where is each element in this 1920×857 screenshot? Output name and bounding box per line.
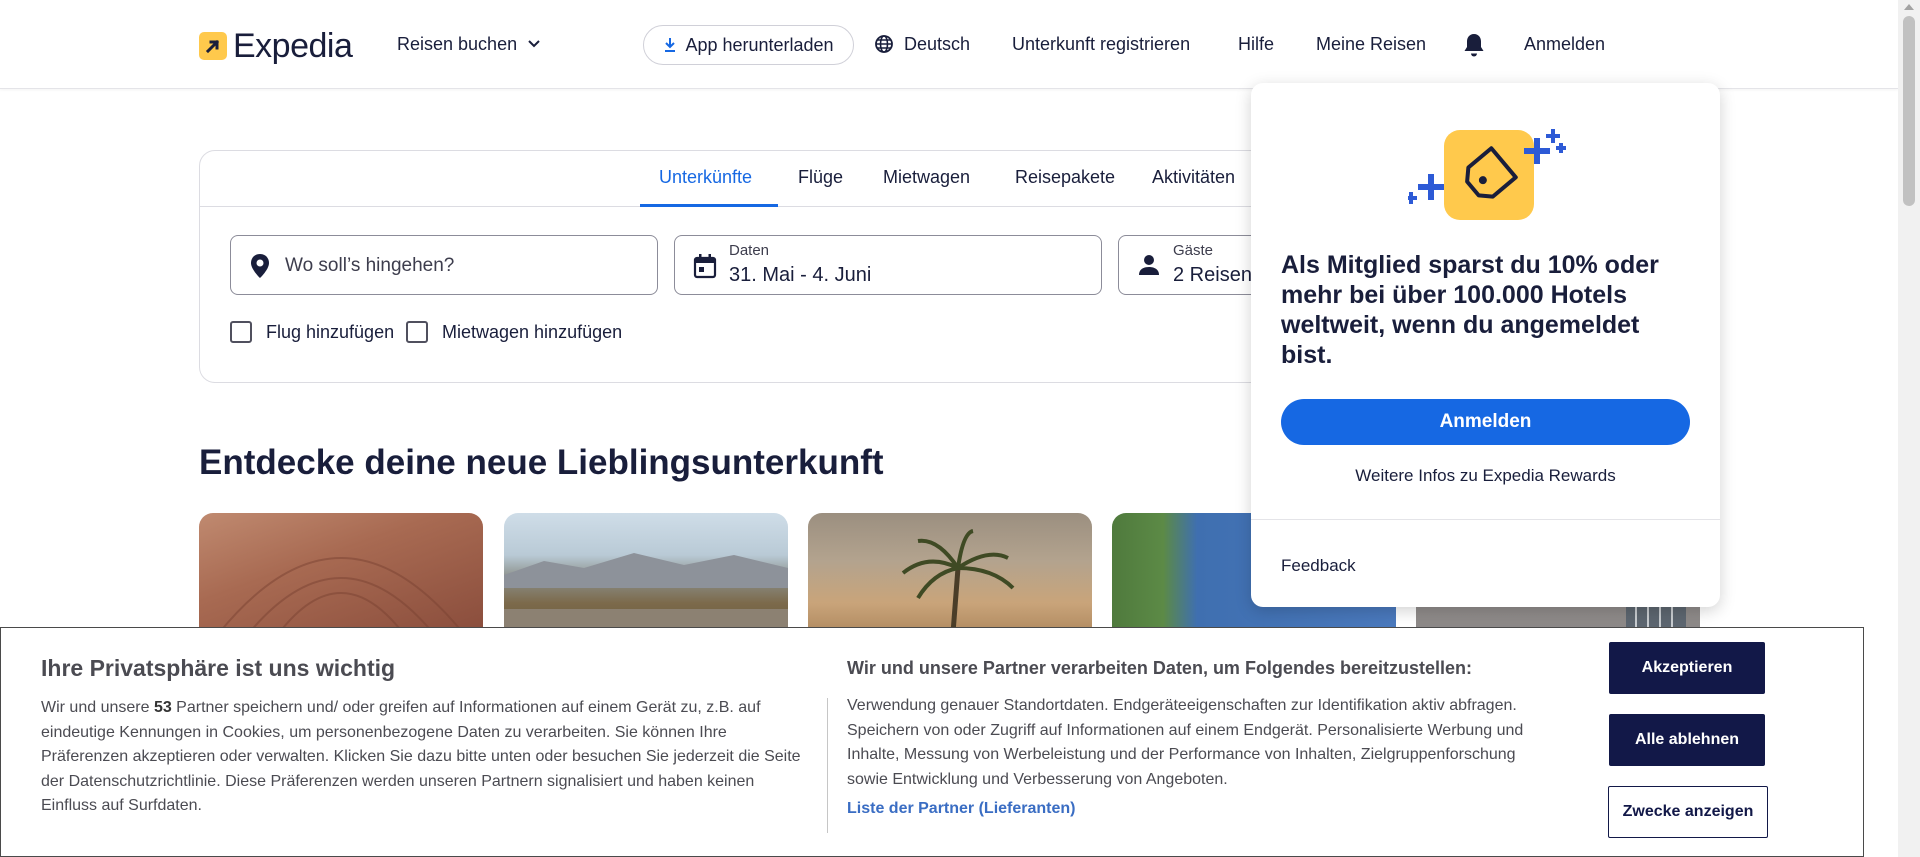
cookie-description-prefix: Wir und unsere	[41, 699, 154, 716]
download-icon	[665, 38, 676, 52]
language-selector[interactable]: Deutsch	[874, 30, 970, 58]
brick-vault-image	[218, 557, 464, 633]
site-header: Expedia Reisen buchen App herunterladen …	[0, 0, 1898, 89]
notifications-bell-icon[interactable]	[1462, 32, 1486, 63]
rewards-text: Als Mitglied sparst du 10% oder mehr bei…	[1281, 251, 1659, 369]
cookie-consent-banner: Ihre Privatsphäre ist uns wichtig Wir un…	[0, 627, 1864, 857]
reject-all-button[interactable]: Alle ablehnen	[1609, 714, 1765, 766]
property-card-image[interactable]	[808, 513, 1092, 633]
purposes-description: Verwendung genauer Standortdaten. Endger…	[847, 697, 1524, 788]
cookie-description: Wir und unsere 53 Partner speichern und/…	[41, 696, 801, 819]
destination-field[interactable]: Wo soll’s hingehen?	[230, 235, 658, 295]
person-icon	[1139, 255, 1159, 275]
tab-unterkuenfte[interactable]: Unterkünfte	[659, 167, 752, 188]
dates-label: Daten	[729, 242, 770, 259]
scrollbar-thumb[interactable]	[1903, 16, 1915, 206]
section-title: Entdecke deine neue Lieblingsunterkunft	[199, 443, 884, 482]
property-card-image[interactable]	[504, 513, 788, 633]
rewards-info-link[interactable]: Weitere Infos zu Expedia Rewards	[1251, 466, 1720, 486]
tab-fluege[interactable]: Flüge	[798, 167, 843, 188]
partner-list-link[interactable]: Liste der Partner (Lieferanten)	[847, 800, 1076, 818]
feedback-link[interactable]: Feedback	[1281, 556, 1356, 576]
price-tag-icon	[1408, 129, 1566, 220]
guests-label: Gäste	[1173, 242, 1214, 259]
landscape-image	[504, 553, 788, 633]
rewards-popover: Als Mitglied sparst du 10% oder mehr bei…	[1251, 83, 1720, 607]
dates-field[interactable]: Daten 31. Mai - 4. Juni	[674, 235, 1102, 295]
cookie-description-suffix: Partner speichern und/ oder greifen auf …	[41, 699, 801, 814]
my-trips-link[interactable]: Meine Reisen	[1316, 30, 1426, 58]
checkbox-unchecked	[406, 321, 428, 343]
calendar-icon	[693, 254, 717, 279]
vertical-divider	[827, 698, 828, 833]
globe-icon	[875, 35, 893, 53]
expedia-logo-icon	[199, 32, 227, 60]
reisen-buchen-menu[interactable]: Reisen buchen	[397, 30, 541, 58]
add-flight-label: Flug hinzufügen	[266, 321, 395, 342]
scroll-up-arrow-icon[interactable]	[1904, 4, 1914, 10]
dates-value: 31. Mai - 4. Juni	[729, 264, 872, 286]
partner-count: 53	[153, 699, 172, 716]
expedia-logo[interactable]: Expedia	[199, 27, 353, 65]
add-car-checkbox[interactable]: Mietwagen hinzufügen	[406, 321, 622, 343]
show-purposes-button[interactable]: Zwecke anzeigen	[1608, 786, 1768, 838]
tab-mietwagen[interactable]: Mietwagen	[883, 167, 970, 188]
palm-tree-image	[901, 529, 1015, 633]
popover-sign-in-button[interactable]: Anmelden	[1281, 399, 1690, 445]
cookie-title: Ihre Privatsphäre ist uns wichtig	[41, 655, 396, 681]
active-tab-indicator	[640, 204, 778, 207]
reisen-buchen-label: Reisen buchen	[397, 34, 518, 54]
app-download-label: App herunterladen	[685, 34, 834, 55]
add-car-label: Mietwagen hinzufügen	[442, 321, 623, 342]
app-download-button[interactable]: App herunterladen	[643, 25, 854, 65]
tab-aktivitaeten[interactable]: Aktivitäten	[1152, 167, 1235, 188]
sign-in-link[interactable]: Anmelden	[1524, 30, 1605, 58]
add-flight-checkbox[interactable]: Flug hinzufügen	[230, 321, 394, 343]
chevron-down-icon	[528, 40, 540, 48]
checkbox-unchecked	[230, 321, 252, 343]
logo-text: Expedia	[233, 27, 353, 65]
purposes-title: Wir und unsere Partner verarbeiten Daten…	[847, 658, 1472, 678]
accept-cookies-button[interactable]: Akzeptieren	[1609, 642, 1765, 694]
page-scrollbar[interactable]	[1898, 0, 1920, 857]
destination-placeholder: Wo soll’s hingehen?	[285, 255, 455, 276]
location-pin-icon	[251, 254, 269, 278]
language-label: Deutsch	[904, 34, 971, 54]
divider	[1251, 519, 1720, 520]
register-property-link[interactable]: Unterkunft registrieren	[1012, 30, 1190, 58]
help-link[interactable]: Hilfe	[1238, 30, 1274, 58]
property-card-image[interactable]	[199, 513, 483, 633]
tab-reisepakete[interactable]: Reisepakete	[1015, 167, 1115, 188]
